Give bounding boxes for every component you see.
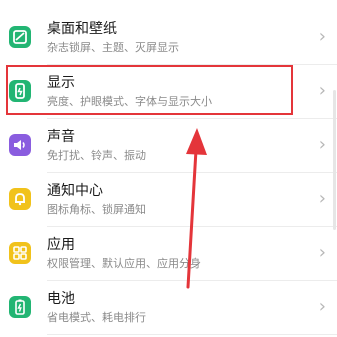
scrollbar-thumb[interactable] — [333, 90, 336, 230]
wallpaper-icon — [9, 26, 31, 48]
annotation-highlight-box — [6, 65, 293, 115]
settings-item-subtitle: 免打扰、铃声、振动 — [47, 149, 146, 162]
settings-item-title: 通知中心 — [47, 183, 103, 199]
settings-item-battery[interactable]: 电池 省电模式、耗电排行 › — [0, 280, 337, 334]
settings-item-subtitle: 省电模式、耗电排行 — [47, 311, 146, 324]
chevron-right-icon: › — [318, 296, 326, 317]
chevron-right-icon: › — [318, 134, 326, 155]
settings-item-wallpaper[interactable]: 桌面和壁纸 杂志锁屏、主题、灭屏显示 › — [0, 10, 337, 64]
notification-bell-icon — [9, 188, 31, 210]
battery-icon — [9, 296, 31, 318]
settings-item-title: 电池 — [47, 291, 75, 307]
settings-item-title: 声音 — [47, 129, 75, 145]
settings-item-subtitle: 图标角标、锁屏通知 — [47, 203, 146, 216]
settings-item-subtitle: 杂志锁屏、主题、灭屏显示 — [47, 41, 179, 54]
settings-item-title: 应用 — [47, 237, 75, 253]
chevron-right-icon: › — [318, 242, 326, 263]
sound-icon — [9, 134, 31, 156]
divider — [47, 334, 337, 335]
settings-item-sound[interactable]: 声音 免打扰、铃声、振动 › — [0, 118, 337, 172]
settings-item-subtitle: 权限管理、默认应用、应用分身 — [47, 257, 201, 270]
settings-item-apps[interactable]: 应用 权限管理、默认应用、应用分身 › — [0, 226, 337, 280]
apps-grid-icon — [9, 242, 31, 264]
chevron-right-icon: › — [318, 188, 326, 209]
chevron-right-icon: › — [318, 26, 326, 47]
chevron-right-icon: › — [318, 80, 326, 101]
settings-item-notifications[interactable]: 通知中心 图标角标、锁屏通知 › — [0, 172, 337, 226]
settings-item-title: 桌面和壁纸 — [47, 21, 117, 37]
